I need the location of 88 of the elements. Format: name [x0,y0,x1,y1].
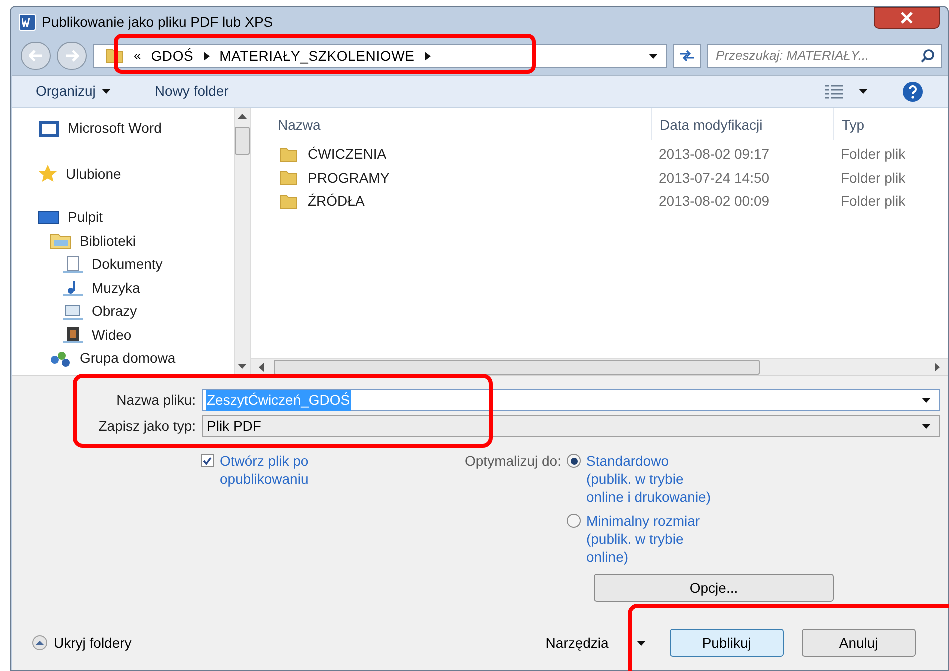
address-bar[interactable]: « GDOŚ MATERIAŁY_SZKOLENIOWE [93,44,667,68]
organize-menu-button[interactable]: Organizuj [36,81,111,102]
picture-icon [62,302,84,321]
file-name-label: Nazwa pliku: [116,390,197,410]
file-type: Folder plik [840,145,907,164]
path-overflow[interactable]: « [134,46,142,66]
folder-tree-item[interactable]: Biblioteki [12,230,234,253]
path-segment[interactable]: GDOŚ [151,46,194,66]
back-button[interactable] [21,42,51,70]
search-field[interactable]: Przeszukaj: MATERIAŁY... [707,44,942,68]
file-row[interactable]: ĆWICZENIA 2013-08-02 09:17 Folder plik [251,143,948,166]
chevron-right-icon [204,52,210,60]
modified-date: 2013-08-02 09:17 [658,145,771,164]
document-icon [62,256,84,274]
refresh-button[interactable] [673,44,701,68]
folder-tree-item[interactable]: Dokumenty [12,253,234,276]
scroll-thumb[interactable] [274,360,760,374]
horizontal-scrollbar[interactable] [251,358,948,375]
monitor-icon [38,210,60,226]
column-header[interactable]: Data modyfikacji [651,108,833,140]
folder-tree-item[interactable]: Ulubione [12,162,234,186]
file-row[interactable]: ŹRÓDŁA 2013-08-02 00:09 Folder plik [251,190,948,214]
file-row[interactable]: PROGRAMY 2013-07-24 14:50 Folder plik [251,166,948,190]
scroll-down-arrow-icon [238,364,247,369]
folder-icon [280,194,298,210]
arrow-right-icon [65,50,79,62]
document-icon [38,120,60,138]
network-icon [50,350,72,368]
arrow-left-icon [29,50,43,62]
window-title: Publikowanie jako pliku PDF lub XPS [42,12,274,32]
file-type: Folder plik [840,168,907,188]
folder-tree-item[interactable]: Wideo [12,324,234,347]
caret-icon [859,89,868,94]
scroll-right-arrow-icon [935,362,940,372]
modified-date: 2013-08-02 00:09 [658,192,771,212]
column-header[interactable]: Nazwa [251,108,651,140]
folder-name: ĆWICZENIA [308,145,387,164]
checkmark-icon [203,456,212,464]
tools-menu-button[interactable]: Narzędzia [546,632,646,654]
folder-tree-item[interactable]: Obrazy [12,300,234,324]
caret-icon [636,640,646,646]
chevron-right-icon [424,52,431,60]
search-icon [921,49,935,63]
save-type-label: Zapisz jako typ: [98,416,197,436]
film-icon [62,326,84,344]
help-icon[interactable] [902,80,924,102]
path-segment[interactable]: MATERIAŁY_SZKOLENIOWE [220,46,415,66]
list-view-icon [825,84,843,98]
column-header[interactable]: Typ [833,108,948,140]
dropdown-arrow-icon [922,424,931,428]
forward-button[interactable] [57,42,87,70]
folder-icon [50,232,72,250]
save-type-dropdown[interactable]: Plik PDF [202,415,940,437]
scroll-up-arrow-icon [238,114,247,119]
optimize-radio-option[interactable]: Minimalny rozmiar (publik. w trybie online) [567,512,748,566]
optimize-label: Optymalizuj do: [465,452,562,471]
chevron-up-icon [32,635,48,651]
folder-name: PROGRAMY [308,168,390,188]
refresh-arrows-icon [679,50,695,62]
folder-tree-item[interactable]: Microsoft Word [12,117,234,140]
folder-tree-item[interactable]: Pulpit [12,206,234,230]
dialog-button[interactable]: Publikuj [670,629,784,657]
view-options-button[interactable] [825,84,868,98]
new-folder-button[interactable]: Nowy folder [154,81,229,102]
selected-text: ZeszytĆwiczeń_GDOŚ [206,390,352,410]
hide-folders-button[interactable]: Ukryj foldery [32,632,132,654]
star-icon [38,164,58,184]
dropdown-arrow-icon [922,398,931,402]
dialog-button[interactable]: Anuluj [802,629,916,657]
open-after-checkbox[interactable]: Otwórz plik po opublikowaniu [201,452,351,566]
word-app-icon [19,14,36,30]
file-type: Folder plik [840,192,907,212]
dropdown-arrow-icon [649,54,658,58]
scroll-thumb[interactable] [235,127,250,155]
caret-icon [102,89,111,94]
modified-date: 2013-07-24 14:50 [658,168,771,188]
folder-tree-item[interactable]: Grupa domowa [12,347,234,370]
scroll-left-arrow-icon [259,362,264,372]
folder-tree-item[interactable]: Muzyka [12,276,234,300]
vertical-scrollbar[interactable] [234,108,251,375]
close-button[interactable] [874,7,940,29]
music-note-icon [62,279,84,298]
close-icon [900,12,914,24]
folder-icon [280,146,298,163]
options-button[interactable]: Opcje... [594,574,834,602]
folder-icon [280,170,298,186]
optimize-radio-option[interactable]: Standardowo (publik. w trybie online i drukowanie) [567,452,748,506]
folder-name: ŹRÓDŁA [308,192,365,212]
